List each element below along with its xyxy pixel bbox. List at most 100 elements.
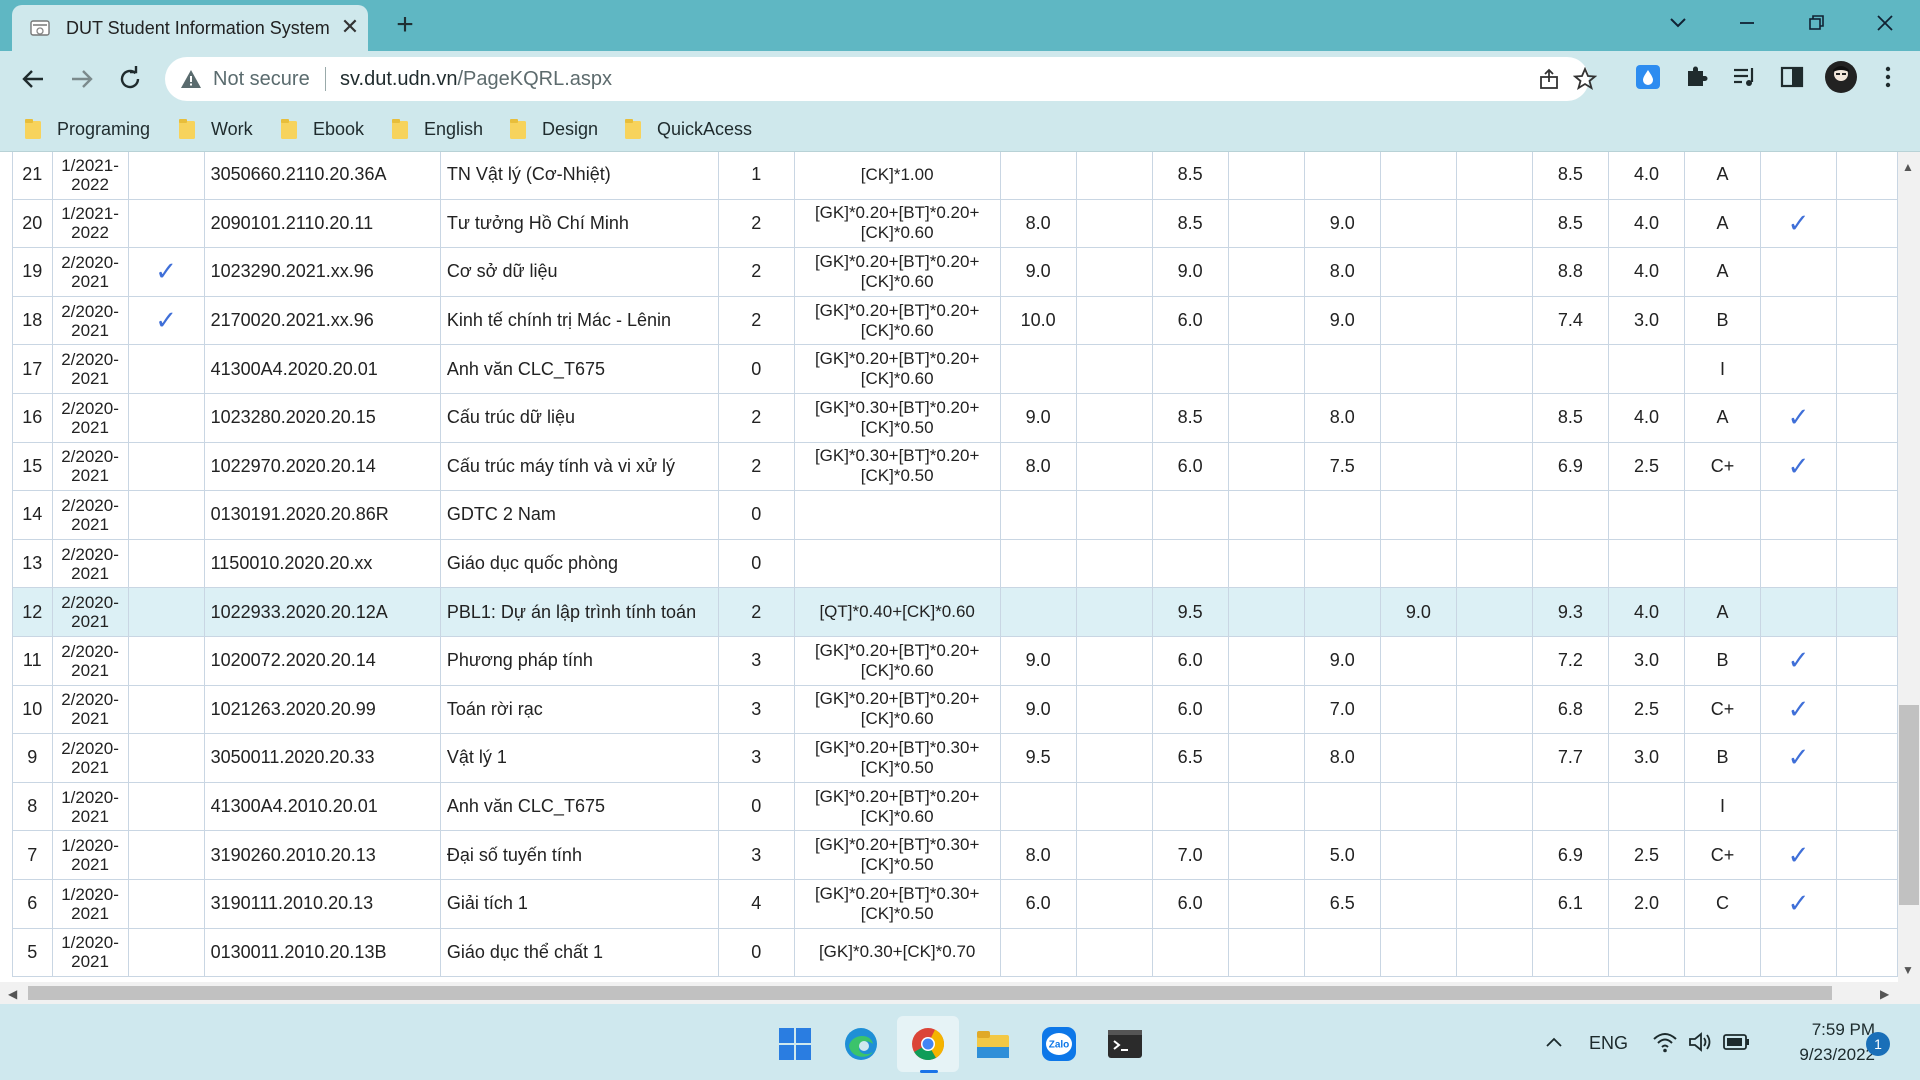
input-language[interactable]: ENG bbox=[1589, 1033, 1628, 1054]
forward-arrow-icon[interactable] bbox=[66, 63, 98, 95]
table-row[interactable]: 5 1/2020-2021 0130011.2010.20.13B Giáo dục … bbox=[12, 927, 1898, 978]
score-cell: 7.0 bbox=[1303, 684, 1381, 735]
table-row[interactable]: 20 1/2021-2022 2090101.2110.20.11 Tư tưởng … bbox=[12, 198, 1898, 249]
security-status[interactable]: Not secure bbox=[213, 68, 310, 91]
score-cell: 8.0 bbox=[999, 830, 1077, 880]
credits-cell: 0 bbox=[717, 781, 795, 832]
chrome-browser-icon[interactable] bbox=[910, 1026, 946, 1062]
empty-cell bbox=[1836, 587, 1898, 637]
score-cell bbox=[1455, 490, 1533, 540]
table-row[interactable]: 21 1/2021-2022 3050660.2110.20.36A TN Vật l… bbox=[12, 152, 1898, 200]
address-bar[interactable]: Not secure sv.dut.udn.vn/PageKQRL.aspx bbox=[165, 57, 1597, 101]
table-row[interactable]: 14 2/2020-2021 0130191.2020.20.86R GDTC 2 N… bbox=[12, 490, 1898, 540]
empty-cell bbox=[1836, 733, 1898, 783]
clock-time[interactable]: 7:59 PM bbox=[1785, 1020, 1875, 1040]
row-number: 21 bbox=[12, 152, 53, 200]
url-host: sv.dut.udn.vn bbox=[340, 68, 458, 90]
warning-triangle-icon[interactable] bbox=[180, 68, 202, 90]
course-code: 2090101.2110.20.11 bbox=[203, 198, 441, 249]
minimize-icon[interactable] bbox=[1732, 8, 1762, 38]
new-tab-button[interactable]: + bbox=[390, 10, 420, 40]
wifi-icon[interactable] bbox=[1652, 1031, 1678, 1053]
horizontal-scroll-thumb[interactable] bbox=[28, 986, 1832, 1000]
vertical-scroll-thumb[interactable] bbox=[1899, 705, 1919, 905]
battery-icon[interactable] bbox=[1723, 1033, 1751, 1051]
bookmark-english[interactable]: English bbox=[392, 116, 483, 142]
table-row[interactable]: 18 2/2020-2021 ✓ 2170020.2021.xx.96 Kinh tế … bbox=[12, 295, 1898, 346]
url-text[interactable]: sv.dut.udn.vn/PageKQRL.aspx bbox=[340, 68, 612, 91]
table-row[interactable]: 6 1/2020-2021 3190111.2010.20.13 Giải tích … bbox=[12, 878, 1898, 929]
folder-icon bbox=[179, 119, 195, 139]
bookmark-ebook[interactable]: Ebook bbox=[281, 116, 364, 142]
letter-grade bbox=[1683, 490, 1762, 540]
check-cell: ✓ bbox=[1760, 198, 1838, 249]
empty-cell bbox=[1836, 684, 1898, 735]
table-row[interactable]: 10 2/2020-2021 1021263.2020.20.99 Toán rời … bbox=[12, 684, 1898, 735]
back-arrow-icon[interactable] bbox=[17, 63, 49, 95]
score-cell bbox=[1303, 538, 1381, 589]
table-row[interactable]: 12 2/2020-2021 1022933.2020.20.12A PBL1: Dự… bbox=[12, 587, 1898, 637]
check-cell bbox=[1760, 490, 1838, 540]
score-cell bbox=[1227, 152, 1305, 200]
scroll-left-arrow-icon[interactable]: ◀ bbox=[8, 987, 17, 1001]
media-control-icon[interactable] bbox=[1730, 63, 1758, 91]
score-cell: 6.0 bbox=[999, 878, 1077, 929]
score-cell bbox=[1303, 781, 1381, 832]
side-panel-icon[interactable] bbox=[1778, 63, 1806, 91]
windows-start-icon[interactable] bbox=[777, 1026, 813, 1062]
check-cell bbox=[127, 490, 205, 540]
bookmark-quickacess[interactable]: QuickAcess bbox=[625, 116, 752, 142]
table-row[interactable]: 19 2/2020-2021 ✓ 1023290.2021.xx.96 Cơ sở dữ… bbox=[12, 247, 1898, 297]
table-row[interactable]: 7 1/2020-2021 3190260.2010.20.13 Đại số tuy… bbox=[12, 830, 1898, 880]
close-window-icon[interactable] bbox=[1870, 8, 1900, 38]
profile-avatar-icon[interactable] bbox=[1824, 60, 1858, 94]
letter-grade: B bbox=[1683, 635, 1762, 686]
check-cell: ✓ bbox=[1760, 392, 1838, 443]
table-row[interactable]: 9 2/2020-2021 3050011.2020.20.33 Vật lý 1 3[… bbox=[12, 733, 1898, 783]
tab-close-icon[interactable]: ✕ bbox=[338, 15, 362, 39]
volume-icon[interactable] bbox=[1688, 1031, 1714, 1053]
tray-chevron-up-icon[interactable] bbox=[1544, 1034, 1564, 1050]
check-cell bbox=[127, 441, 205, 492]
score-cell bbox=[1303, 927, 1381, 978]
total-score-4: 4.0 bbox=[1607, 198, 1686, 249]
tab-strip: DUT Student Information System ✕ + bbox=[0, 0, 1920, 51]
score-cell bbox=[1227, 247, 1305, 297]
kebab-menu-icon[interactable] bbox=[1874, 63, 1902, 91]
file-explorer-icon[interactable] bbox=[975, 1026, 1011, 1062]
credits-cell: 0 bbox=[717, 344, 795, 394]
zalo-app-icon[interactable]: Zalo bbox=[1041, 1026, 1077, 1062]
extension-drop-icon[interactable] bbox=[1634, 63, 1662, 91]
address-divider bbox=[325, 67, 326, 91]
scroll-down-arrow-icon[interactable]: ▼ bbox=[1902, 963, 1914, 977]
score-cell bbox=[1455, 684, 1533, 735]
tab-search-chevron-icon[interactable] bbox=[1663, 8, 1693, 38]
terminal-icon[interactable] bbox=[1107, 1026, 1143, 1062]
table-row[interactable]: 13 2/2020-2021 1150010.2020.20.xx Giáo dục … bbox=[12, 538, 1898, 589]
total-score-4: 2.0 bbox=[1607, 878, 1686, 929]
restore-icon[interactable] bbox=[1801, 8, 1831, 38]
table-row[interactable]: 16 2/2020-2021 1023280.2020.20.15 Cấu trúc … bbox=[12, 392, 1898, 443]
table-row[interactable]: 8 1/2020-2021 41300A4.2010.20.01 Anh văn CL… bbox=[12, 781, 1898, 832]
table-row[interactable]: 17 2/2020-2021 41300A4.2020.20.01 Anh văn C… bbox=[12, 344, 1898, 394]
bookmark-design[interactable]: Design bbox=[510, 116, 598, 142]
table-row[interactable]: 15 2/2020-2021 1022970.2020.20.14 Cấu trúc … bbox=[12, 441, 1898, 492]
semester-cell: 2/2020-2021 bbox=[51, 733, 129, 783]
browser-tab-active[interactable]: DUT Student Information System ✕ bbox=[12, 5, 368, 51]
scroll-up-arrow-icon[interactable]: ▲ bbox=[1902, 160, 1914, 174]
bookmark-work[interactable]: Work bbox=[179, 116, 253, 142]
check-icon: ✓ bbox=[1787, 693, 1810, 724]
share-icon[interactable] bbox=[1537, 67, 1561, 91]
scroll-right-arrow-icon[interactable]: ▶ bbox=[1880, 987, 1889, 1001]
notification-badge[interactable]: 1 bbox=[1866, 1032, 1890, 1056]
reload-icon[interactable] bbox=[114, 63, 146, 95]
edge-browser-icon[interactable] bbox=[843, 1026, 879, 1062]
clock-date[interactable]: 9/23/2022 bbox=[1765, 1045, 1875, 1065]
extensions-puzzle-icon[interactable] bbox=[1682, 63, 1710, 91]
star-bookmark-icon[interactable] bbox=[1573, 67, 1597, 91]
course-code: 1150010.2020.20.xx bbox=[203, 538, 441, 589]
credits-cell: 3 bbox=[717, 830, 795, 880]
table-row[interactable]: 11 2/2020-2021 1020072.2020.20.14 Phương ph… bbox=[12, 635, 1898, 686]
check-cell: ✓ bbox=[1760, 635, 1838, 686]
bookmark-programing[interactable]: Programing bbox=[25, 116, 150, 142]
